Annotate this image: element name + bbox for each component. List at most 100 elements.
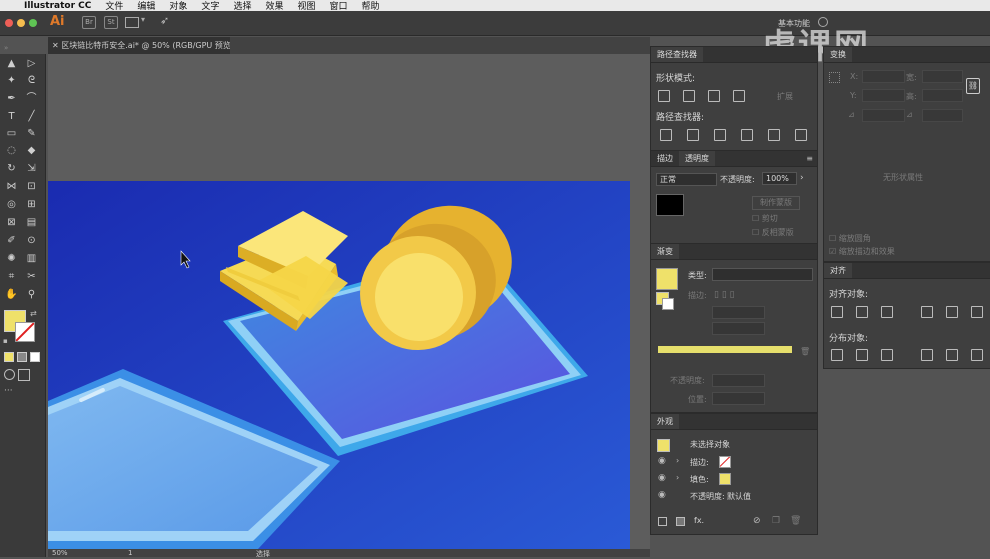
minimize-window-button[interactable] xyxy=(17,19,25,27)
color-mode-icon[interactable] xyxy=(4,352,14,362)
column-graph-tool-icon[interactable]: ▥ xyxy=(25,252,38,265)
duplicate-item-icon[interactable]: ❐ xyxy=(772,516,780,526)
minus-back-icon[interactable] xyxy=(795,129,807,141)
eraser-tool-icon[interactable]: ◆ xyxy=(25,144,38,157)
distribute-left-icon[interactable] xyxy=(921,349,933,361)
shear-angle-icon[interactable]: ⊿ xyxy=(906,110,913,119)
align-right-icon[interactable] xyxy=(881,306,893,318)
stock-icon[interactable]: St xyxy=(104,16,118,29)
tab-align[interactable]: 对齐 xyxy=(824,263,852,278)
zoom-level[interactable]: 50% xyxy=(52,549,68,557)
hand-tool-icon[interactable]: ✋ xyxy=(5,288,18,301)
align-bottom-icon[interactable] xyxy=(971,306,983,318)
width-input[interactable] xyxy=(922,70,963,83)
height-input[interactable] xyxy=(922,89,963,102)
x-input[interactable] xyxy=(862,70,905,83)
stroke-visibility-eye-icon[interactable]: ◉ xyxy=(658,456,666,466)
opacity-input[interactable]: 100% xyxy=(762,172,797,185)
paintbrush-tool-icon[interactable]: ✎ xyxy=(25,127,38,140)
appearance-fill-swatch[interactable] xyxy=(719,473,731,485)
distribute-bottom-icon[interactable] xyxy=(881,349,893,361)
tab-transparency[interactable]: 透明度 xyxy=(679,151,715,166)
divide-icon[interactable] xyxy=(660,129,672,141)
free-transform-tool-icon[interactable]: ⊡ xyxy=(25,180,38,193)
gradient-stroke-icon[interactable] xyxy=(662,298,674,310)
mesh-tool-icon[interactable]: ⊠ xyxy=(5,216,18,229)
add-effect-button[interactable]: fx. xyxy=(694,516,704,525)
add-fill-icon[interactable] xyxy=(676,517,685,526)
line-tool-icon[interactable]: ╱ xyxy=(25,110,38,123)
crop-icon[interactable] xyxy=(741,129,753,141)
more-tools-icon[interactable]: ··· xyxy=(4,386,13,396)
close-icon[interactable]: ✕ xyxy=(52,41,61,50)
opacity-visibility-eye-icon[interactable]: ◉ xyxy=(658,490,666,500)
symbol-sprayer-tool-icon[interactable]: ✺ xyxy=(5,252,18,265)
close-window-button[interactable] xyxy=(5,19,13,27)
shear-input[interactable] xyxy=(922,109,963,122)
y-input[interactable] xyxy=(862,89,905,102)
reference-point-icon[interactable] xyxy=(829,72,840,83)
align-vertical-center-icon[interactable] xyxy=(946,306,958,318)
screen-mode-icon[interactable] xyxy=(18,369,30,381)
expand-button[interactable]: 扩展 xyxy=(777,91,793,102)
width-tool-icon[interactable]: ⋈ xyxy=(5,180,18,193)
unite-icon[interactable] xyxy=(658,90,670,102)
fill-expand-chevron-icon[interactable]: › xyxy=(676,473,679,482)
panel-menu-icon[interactable]: ≡ xyxy=(806,151,813,166)
gradient-swatch[interactable] xyxy=(656,268,678,290)
direct-selection-tool-icon[interactable]: ▷ xyxy=(25,57,38,70)
gradient-mode-icon[interactable] xyxy=(17,352,27,362)
chevron-down-icon[interactable]: ▾ xyxy=(141,15,145,24)
zoom-window-button[interactable] xyxy=(29,19,37,27)
outline-icon[interactable] xyxy=(768,129,780,141)
tab-appearance[interactable]: 外观 xyxy=(651,414,679,429)
perspective-grid-tool-icon[interactable]: ⊞ xyxy=(25,198,38,211)
rotate-tool-icon[interactable]: ↻ xyxy=(5,162,18,175)
zoom-tool-icon[interactable]: ⚲ xyxy=(25,288,38,301)
magic-wand-tool-icon[interactable]: ✦ xyxy=(5,74,18,87)
bridge-icon[interactable]: Br xyxy=(82,16,96,29)
tab-transform[interactable]: 变换 xyxy=(824,47,852,62)
make-mask-button[interactable]: 制作蒙版 xyxy=(752,196,800,210)
delete-stop-icon[interactable]: 🗑 xyxy=(800,347,810,356)
gradient-angle-field[interactable] xyxy=(712,306,765,319)
intersect-icon[interactable] xyxy=(708,90,720,102)
gradient-aspect-field[interactable] xyxy=(712,322,765,335)
shaper-tool-icon[interactable]: ◌ xyxy=(5,144,18,157)
fill-visibility-eye-icon[interactable]: ◉ xyxy=(658,473,666,483)
scale-corners-checkbox[interactable]: ☐ 缩放圆角 xyxy=(829,233,871,244)
selection-tool-icon[interactable]: ▲ xyxy=(5,57,18,70)
invert-mask-checkbox[interactable]: ☐ 反相蒙版 xyxy=(752,227,794,238)
exclude-icon[interactable] xyxy=(733,90,745,102)
gradient-type-select[interactable] xyxy=(712,268,813,281)
collapse-toolbar-icon[interactable]: » xyxy=(4,44,8,52)
swap-fill-stroke-icon[interactable]: ⇄ xyxy=(30,309,37,318)
merge-icon[interactable] xyxy=(714,129,726,141)
tab-gradient[interactable]: 渐变 xyxy=(651,244,679,259)
shape-builder-tool-icon[interactable]: ◎ xyxy=(5,198,18,211)
eyedropper-tool-icon[interactable]: ✐ xyxy=(5,234,18,247)
distribute-vertical-center-icon[interactable] xyxy=(856,349,868,361)
document-tab[interactable]: ✕ 区块链比特币安全.ai* @ 50% (RGB/GPU 预览) xyxy=(48,37,230,54)
curvature-tool-icon[interactable]: ⌒ xyxy=(25,92,38,105)
stroke-swatch[interactable] xyxy=(15,322,35,342)
blend-tool-icon[interactable]: ⊙ xyxy=(25,234,38,247)
rotate-input[interactable] xyxy=(862,109,905,122)
tab-stroke[interactable]: 描边 xyxy=(651,151,679,166)
artboard-tool-icon[interactable]: ⌗ xyxy=(5,270,18,283)
add-stroke-icon[interactable] xyxy=(658,517,667,526)
gradient-stroke-options-icon[interactable]: ▯ ▯ ▯ xyxy=(714,290,735,300)
none-mode-icon[interactable] xyxy=(30,352,40,362)
trim-icon[interactable] xyxy=(687,129,699,141)
delete-item-icon[interactable]: 🗑 xyxy=(790,516,801,526)
type-tool-icon[interactable]: T xyxy=(5,110,18,123)
stroke-expand-chevron-icon[interactable]: › xyxy=(676,456,679,465)
gradient-position-field[interactable] xyxy=(712,392,765,405)
draw-normal-icon[interactable] xyxy=(4,369,15,380)
chevron-right-icon[interactable]: › xyxy=(800,173,804,183)
clip-checkbox[interactable]: ☐ 剪切 xyxy=(752,213,778,224)
distribute-horizontal-center-icon[interactable] xyxy=(946,349,958,361)
rectangle-tool-icon[interactable]: ▭ xyxy=(5,127,18,140)
artboard-illustration[interactable] xyxy=(48,181,630,549)
minus-front-icon[interactable] xyxy=(683,90,695,102)
